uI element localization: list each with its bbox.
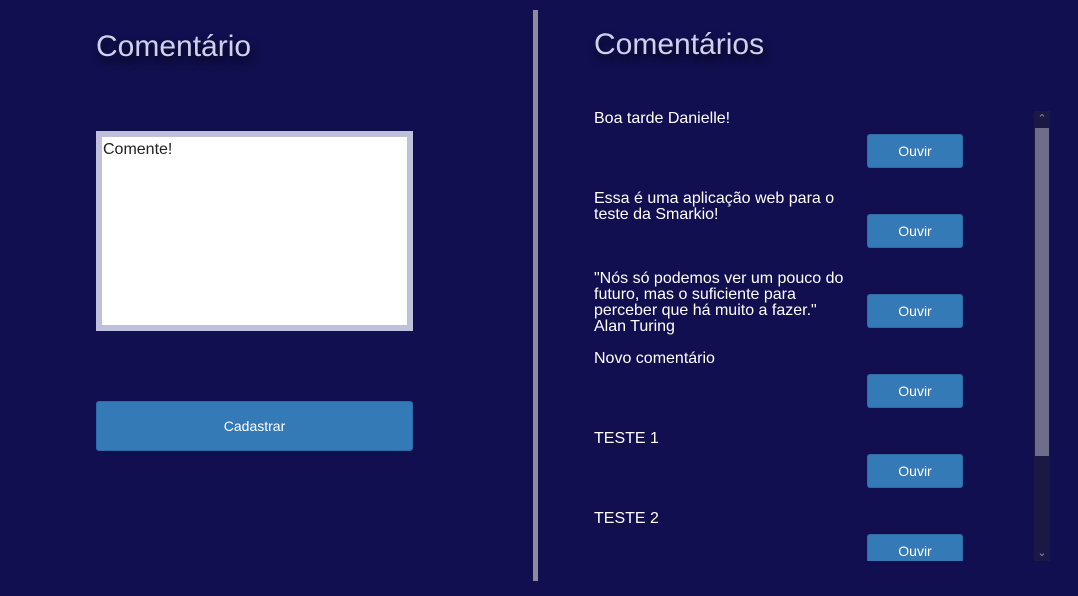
comment-text: Boa tarde Danielle! (594, 111, 731, 127)
chevron-down-icon[interactable]: ⌄ (1034, 545, 1050, 561)
vertical-divider (533, 10, 538, 581)
comment-item: Boa tarde Danielle! Ouvir (594, 111, 1050, 191)
ouvir-button[interactable]: Ouvir (867, 134, 963, 168)
ouvir-button[interactable]: Ouvir (867, 534, 963, 561)
scrollbar-thumb[interactable] (1035, 128, 1049, 456)
page: Comentário Cadastrar Comentários Boa tar… (0, 0, 1078, 596)
comment-item: Essa é uma aplicação web para o teste da… (594, 191, 1050, 271)
comment-textarea-frame (96, 131, 413, 331)
ouvir-button[interactable]: Ouvir (867, 374, 963, 408)
comment-item: "Nós só podemos ver um pouco do futuro, … (594, 271, 1050, 351)
cadastrar-button[interactable]: Cadastrar (96, 401, 413, 451)
comments-scrollbar[interactable]: ⌃ ⌄ (1034, 111, 1050, 561)
comment-text: Novo comentário (594, 350, 715, 367)
chevron-up-icon[interactable]: ⌃ (1034, 111, 1050, 127)
comment-text: "Nós só podemos ver um pouco do futuro, … (594, 270, 844, 335)
ouvir-button[interactable]: Ouvir (867, 214, 963, 248)
comment-item: TESTE 1 Ouvir (594, 431, 1050, 511)
ouvir-button[interactable]: Ouvir (867, 294, 963, 328)
comment-item: Novo comentário Ouvir (594, 351, 1050, 431)
comment-form-title: Comentário (96, 30, 252, 63)
comment-text: TESTE 1 (594, 430, 659, 447)
comment-item: TESTE 2 Ouvir (594, 511, 1050, 561)
ouvir-button[interactable]: Ouvir (867, 454, 963, 488)
comment-textarea[interactable] (102, 137, 407, 325)
comment-text: Essa é uma aplicação web para o teste da… (594, 190, 835, 223)
comments-list-title: Comentários (594, 28, 765, 61)
comment-text: TESTE 2 (594, 510, 659, 527)
comments-list[interactable]: Boa tarde Danielle! Ouvir Essa é uma apl… (594, 111, 1050, 561)
